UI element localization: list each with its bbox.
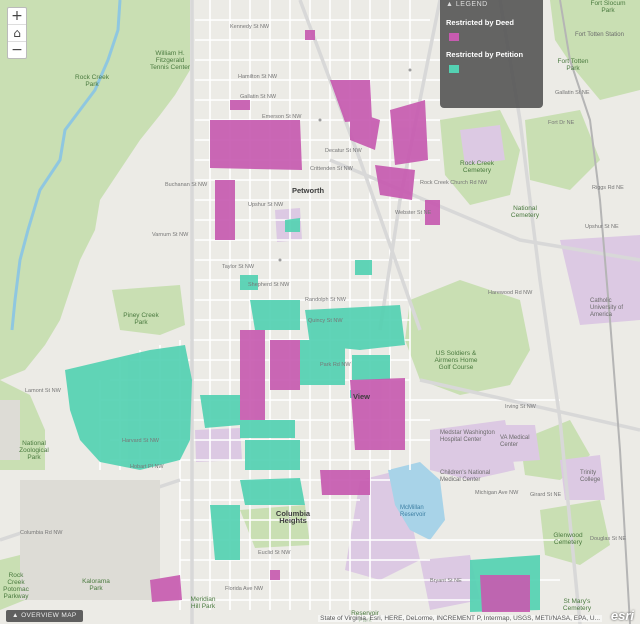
- street-label: Irving St NW: [505, 404, 536, 410]
- map-label-park: National Cemetery: [510, 205, 540, 219]
- map-label-park: Piney Creek Park: [123, 312, 159, 326]
- map-label-neighborhood: Petworth: [292, 186, 325, 195]
- legend-toggle[interactable]: ▲ LEGEND: [440, 0, 543, 13]
- legend-item-label: Restricted by Petition: [446, 50, 524, 59]
- street-label: Buchanan St NW: [165, 182, 208, 188]
- street-label: Lamont St NW: [25, 388, 61, 394]
- map-label-station: Fort Totten Station: [575, 32, 624, 38]
- map-label-park: Rock Creek Cemetery: [460, 160, 494, 174]
- petition-swatch: [449, 65, 459, 73]
- street-label: Bryant St NE: [430, 578, 462, 584]
- street-label: Decatur St NW: [325, 148, 362, 154]
- street-label: Euclid St NW: [258, 550, 291, 556]
- legend-panel: ▲ LEGEND Restricted by Deed Restricted b…: [440, 0, 543, 108]
- map-label-park: Rock Creek Potomac Parkway: [3, 572, 29, 600]
- street-label: Varnum St NW: [152, 232, 189, 238]
- street-label: Taylor St NW: [222, 264, 255, 270]
- map-label-neighborhood: View: [353, 392, 370, 401]
- collapse-arrow-icon: ▲: [446, 1, 454, 8]
- attribution-text: State of Virginia, Esri, HERE, DeLorme, …: [318, 615, 602, 622]
- street-label: Kennedy St NW: [230, 24, 270, 30]
- street-label: Webster St NE: [395, 210, 432, 216]
- street-label: Gallatin St NW: [240, 94, 277, 100]
- deed-swatch: [449, 33, 459, 41]
- street-label: Hamilton St NW: [238, 74, 278, 80]
- map-label-park: William H. Fitzgerald Tennis Center: [149, 50, 191, 71]
- street-label: Rock Creek Church Rd NW: [420, 180, 488, 186]
- map-label-park: Glenwood Cemetery: [553, 532, 583, 546]
- map-label-water: McMillan Reservoir: [400, 505, 426, 518]
- street-label: Park Rd NW: [320, 362, 351, 368]
- zoom-control: + ⌂ −: [7, 7, 27, 59]
- overview-map-label: OVERVIEW MAP: [21, 612, 77, 619]
- legend-item-label: Restricted by Deed: [446, 18, 514, 27]
- map-label-neighborhood: Columbia Heights: [275, 509, 311, 525]
- zoom-out-button[interactable]: −: [8, 42, 26, 58]
- map-label-park: Meridian Hill Park: [190, 596, 216, 610]
- map-label-park: Fort Totten Park: [557, 58, 589, 72]
- street-label: Upshur St NW: [248, 202, 284, 208]
- map-label-place: Children's National Medical Center: [440, 470, 491, 483]
- street-label: Columbia Rd NW: [20, 530, 63, 536]
- street-label: Girard St NE: [530, 492, 562, 498]
- street-label: Upshur St NE: [585, 224, 619, 230]
- map-label-place: US Soldiers & Airmens Home Golf Course: [434, 350, 478, 371]
- map[interactable]: William H. Fitzgerald Tennis Center Rock…: [0, 0, 640, 624]
- street-label: Gallatin St NE: [555, 90, 590, 96]
- street-label: Douglas St NE: [590, 536, 627, 542]
- map-label-place: VA Medical Center: [500, 435, 530, 448]
- map-label-park: St Mary's Cemetery: [562, 598, 592, 612]
- street-label: Florida Ave NW: [225, 586, 264, 592]
- street-label: Fort Dr NE: [548, 120, 575, 126]
- map-label-place: Catholic University of America: [590, 298, 624, 318]
- home-button[interactable]: ⌂: [8, 25, 26, 42]
- street-label: Crittenden St NW: [310, 166, 353, 172]
- expand-arrow-icon: ▲: [12, 612, 19, 619]
- street-label: Shepherd St NW: [248, 282, 290, 288]
- zoom-in-button[interactable]: +: [8, 8, 26, 25]
- street-label: Quincy St NW: [308, 318, 343, 324]
- legend-header: LEGEND: [455, 1, 488, 8]
- basemap: [0, 0, 640, 624]
- map-label-park: Kalorama Park: [82, 578, 110, 592]
- street-label: Riggs Rd NE: [592, 185, 624, 191]
- street-label: Hobart Pl NW: [130, 464, 164, 470]
- map-label-park: Fort Slocum Park: [590, 0, 626, 14]
- map-label-place: Medstar Washington Hospital Center: [440, 430, 495, 443]
- street-label: Michigan Ave NW: [475, 490, 519, 496]
- street-label: Harewood Rd NW: [488, 290, 533, 296]
- map-label-park: National Zoological Park: [19, 440, 49, 461]
- street-label: Randolph St NW: [305, 297, 346, 303]
- map-label-park: Rock Creek Park: [75, 74, 109, 88]
- street-label: Emerson St NW: [262, 114, 302, 120]
- map-label-place: Trinity College: [580, 470, 601, 483]
- esri-logo: esri: [610, 608, 634, 623]
- street-label: Harvard St NW: [122, 438, 159, 444]
- overview-map-toggle[interactable]: ▲ OVERVIEW MAP: [6, 610, 83, 622]
